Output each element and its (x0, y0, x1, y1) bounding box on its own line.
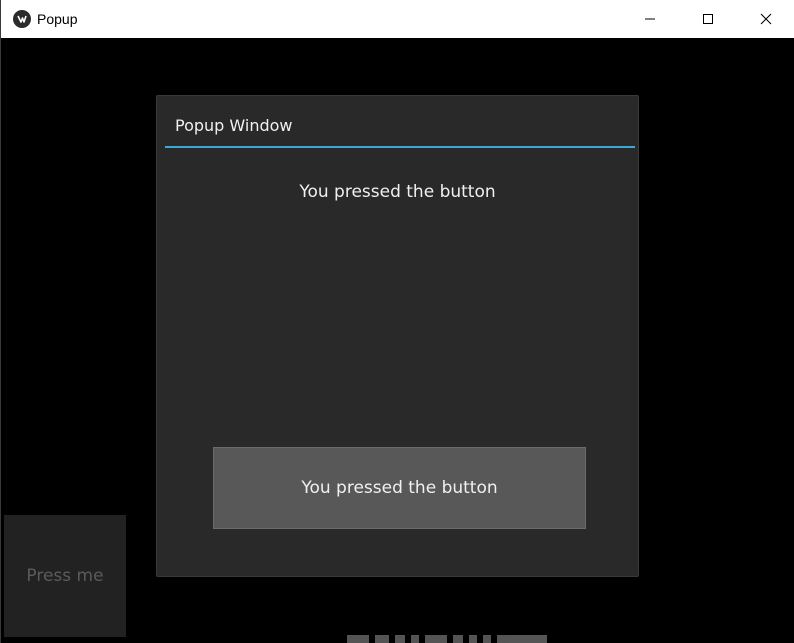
popup-button-label: You pressed the button (301, 478, 498, 498)
maximize-button[interactable] (679, 0, 737, 38)
minimize-icon (645, 18, 655, 20)
close-button[interactable] (737, 0, 794, 38)
popup-message: You pressed the button (299, 182, 496, 202)
app-window: Popup Press me Popup Window You pressed … (0, 0, 794, 643)
window-controls (621, 0, 794, 38)
press-me-label: Press me (26, 566, 104, 586)
title-bar: Popup (1, 0, 794, 38)
window-title: Popup (37, 11, 78, 27)
popup-title: Popup Window (175, 116, 293, 135)
background-taskbar-fragment (347, 635, 707, 643)
app-content: Press me Popup Window You pressed the bu… (2, 38, 794, 643)
popup-dialog: Popup Window You pressed the button You … (156, 95, 639, 577)
popup-dismiss-button[interactable]: You pressed the button (213, 447, 586, 529)
popup-title-separator (165, 146, 635, 148)
maximize-icon (703, 14, 713, 24)
kivy-logo-icon (13, 10, 31, 28)
minimize-button[interactable] (621, 0, 679, 38)
press-me-button[interactable]: Press me (4, 515, 126, 637)
close-icon (760, 13, 772, 25)
